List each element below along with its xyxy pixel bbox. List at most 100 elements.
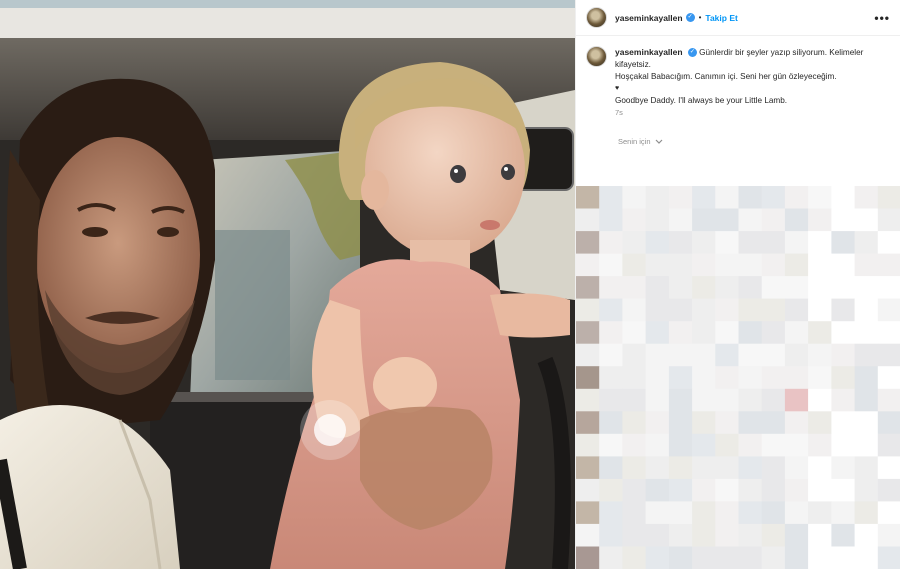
mosaic-cell	[831, 501, 856, 525]
mosaic-cell	[622, 411, 647, 435]
mosaic-cell	[715, 388, 739, 412]
mosaic-cell	[738, 388, 763, 412]
mosaic-cell	[784, 478, 809, 502]
mosaic-cell	[622, 231, 647, 255]
mosaic-cell	[645, 433, 670, 457]
mosaic-cell	[854, 478, 879, 502]
mosaic-cell	[738, 276, 763, 300]
mosaic-cell	[738, 343, 763, 367]
mosaic-cell	[715, 321, 739, 345]
separator-dot: •	[698, 13, 702, 22]
mosaic-cell	[761, 478, 786, 502]
mosaic-cell	[738, 411, 763, 435]
mosaic-cell	[715, 456, 739, 480]
caption-avatar[interactable]	[586, 46, 607, 67]
mosaic-cell	[715, 366, 739, 390]
mosaic-cell	[784, 433, 809, 457]
mosaic-cell	[877, 208, 900, 232]
mosaic-cell	[645, 366, 670, 390]
avatar[interactable]	[586, 7, 607, 28]
mosaic-cell	[715, 231, 739, 255]
mosaic-cell	[854, 456, 879, 480]
mosaic-cell	[668, 546, 693, 569]
mosaic-cell	[599, 501, 623, 525]
mosaic-cell	[692, 276, 716, 300]
mosaic-cell	[645, 208, 670, 232]
username-link[interactable]: yaseminkayallen	[615, 13, 683, 23]
mosaic-cell	[808, 208, 832, 232]
mosaic-cell	[622, 276, 647, 300]
mosaic-cell	[645, 546, 670, 569]
mosaic-cell	[645, 231, 670, 255]
mosaic-cell	[668, 186, 693, 209]
mosaic-cell	[692, 208, 716, 232]
mosaic-cell	[831, 186, 856, 209]
mosaic-cell	[645, 253, 670, 277]
mosaic-cell	[622, 208, 647, 232]
mosaic-cell	[715, 343, 739, 367]
mosaic-cell	[784, 546, 809, 569]
mosaic-cell	[692, 388, 716, 412]
mosaic-cell	[692, 501, 716, 525]
mosaic-cell	[877, 276, 900, 300]
mosaic-cell	[576, 546, 600, 569]
mosaic-cell	[599, 388, 623, 412]
mosaic-cell	[761, 298, 786, 322]
mosaic-cell	[808, 456, 832, 480]
mosaic-cell	[715, 433, 739, 457]
mosaic-cell	[738, 501, 763, 525]
mosaic-cell	[599, 546, 623, 569]
mosaic-cell	[576, 231, 600, 255]
mosaic-cell	[808, 186, 832, 209]
mosaic-cell	[877, 478, 900, 502]
mosaic-cell	[576, 388, 600, 412]
mosaic-cell	[692, 366, 716, 390]
mosaic-cell	[668, 523, 693, 547]
mosaic-cell	[808, 321, 832, 345]
mosaic-cell	[738, 433, 763, 457]
mosaic-cell	[692, 186, 716, 209]
follow-button[interactable]: Takip Et	[705, 13, 737, 23]
mosaic-cell	[784, 276, 809, 300]
caption-text-line2: Hoşçakal Babacığım. Canımın içi. Seni he…	[615, 72, 837, 81]
mosaic-cell	[715, 208, 739, 232]
mosaic-cell	[877, 501, 900, 525]
post-photo[interactable]	[0, 0, 575, 569]
mosaic-cell	[877, 433, 900, 457]
mosaic-cell	[877, 321, 900, 345]
mosaic-cell	[715, 523, 739, 547]
more-options-icon[interactable]: •••	[874, 11, 890, 25]
blurred-comments	[576, 186, 900, 569]
mosaic-cell	[877, 298, 900, 322]
mosaic-cell	[877, 343, 900, 367]
mosaic-cell	[831, 231, 856, 255]
timestamp[interactable]: 7s	[615, 107, 885, 119]
mosaic-cell	[761, 546, 786, 569]
mosaic-cell	[877, 523, 900, 547]
mosaic-cell	[854, 388, 879, 412]
mosaic-cell	[738, 523, 763, 547]
mosaic-cell	[761, 433, 786, 457]
mosaic-cell	[761, 366, 786, 390]
caption-username-link[interactable]: yaseminkayallen	[615, 47, 683, 57]
mosaic-cell	[808, 298, 832, 322]
mosaic-cell	[576, 253, 600, 277]
mosaic-cell	[808, 546, 832, 569]
mosaic-cell	[784, 208, 809, 232]
mosaic-cell	[576, 456, 600, 480]
mosaic-cell	[715, 411, 739, 435]
mosaic-cell	[576, 366, 600, 390]
mosaic-cell	[784, 366, 809, 390]
mosaic-cell	[761, 276, 786, 300]
mosaic-cell	[576, 501, 600, 525]
mosaic-cell	[738, 546, 763, 569]
mosaic-cell	[622, 343, 647, 367]
mosaic-cell	[715, 298, 739, 322]
post-header: yaseminkayallen ✓ • Takip Et •••	[576, 0, 900, 36]
mosaic-cell	[761, 343, 786, 367]
for-you-toggle[interactable]: Senin için	[618, 137, 900, 146]
mosaic-cell	[692, 433, 716, 457]
pixelated-comments-mosaic	[576, 186, 900, 569]
mosaic-cell	[599, 478, 623, 502]
mosaic-cell	[854, 321, 879, 345]
